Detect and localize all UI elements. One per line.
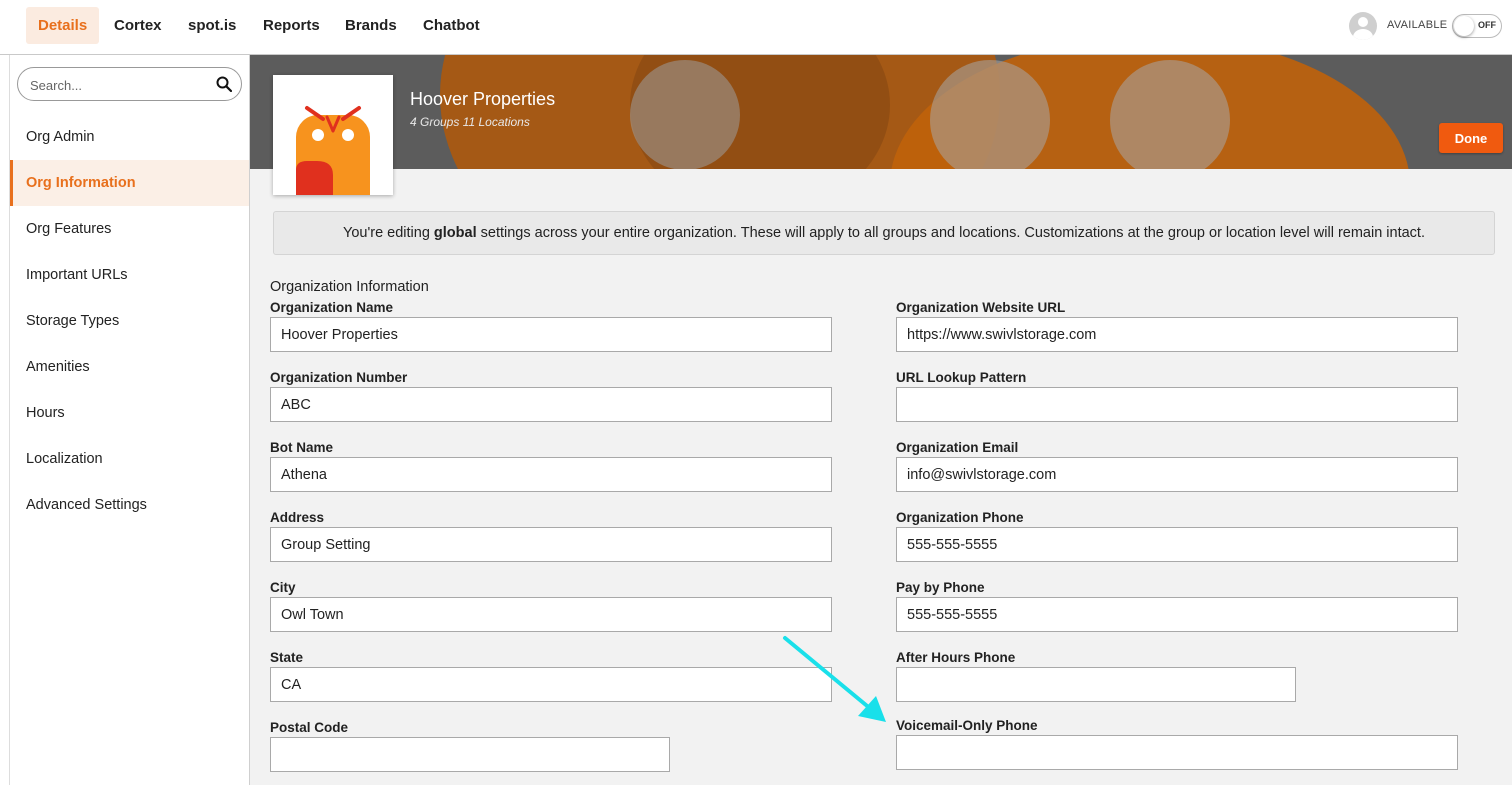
pay-by-phone-input[interactable]: [896, 597, 1458, 632]
availability-status: AVAILABLE: [1387, 19, 1448, 31]
tab-reports[interactable]: Reports: [251, 7, 332, 44]
sidebar-item-hours[interactable]: Hours: [10, 390, 249, 436]
tab-brands[interactable]: Brands: [333, 7, 409, 44]
availability-toggle[interactable]: OFF: [1452, 14, 1502, 38]
sidebar-item-org-information[interactable]: Org Information: [10, 160, 249, 206]
sidebar-item-important-urls[interactable]: Important URLs: [10, 252, 249, 298]
tab-spot-is[interactable]: spot.is: [176, 7, 248, 44]
url-lookup-pattern-label: URL Lookup Pattern: [896, 370, 1027, 385]
search-icon[interactable]: [216, 76, 232, 92]
tab-details[interactable]: Details: [26, 7, 100, 44]
state-label: State: [270, 650, 304, 665]
website-url-input[interactable]: [896, 317, 1458, 352]
postal-code-label: Postal Code: [270, 720, 349, 735]
org-name-input[interactable]: [270, 317, 832, 352]
org-number-input[interactable]: [270, 387, 832, 422]
org-email-label: Organization Email: [896, 440, 1019, 455]
toggle-knob: [1454, 16, 1474, 36]
banner-decoration: [1110, 60, 1230, 169]
after-hours-phone-input[interactable]: [896, 667, 1296, 702]
done-button[interactable]: Done: [1439, 123, 1503, 153]
pay-by-phone-label: Pay by Phone: [896, 580, 985, 595]
org-phone-label: Organization Phone: [896, 510, 1024, 525]
voicemail-only-phone-input[interactable]: [896, 735, 1458, 770]
bot-name-input[interactable]: [270, 457, 832, 492]
sidebar-item-org-admin[interactable]: Org Admin: [10, 114, 249, 160]
org-number-label: Organization Number: [270, 370, 408, 385]
sidebar-item-advanced-settings[interactable]: Advanced Settings: [10, 482, 249, 528]
voicemail-only-phone-label: Voicemail-Only Phone: [896, 718, 1038, 733]
org-banner: [250, 55, 1512, 169]
org-logo: [273, 75, 393, 195]
top-nav: Details Cortex spot.is Reports Brands Ch…: [0, 0, 1512, 55]
after-hours-phone-label: After Hours Phone: [896, 650, 1016, 665]
sidebar: Org Admin Org Information Org Features I…: [10, 55, 250, 785]
notice-suffix: settings across your entire organization…: [476, 225, 1425, 241]
user-avatar-icon[interactable]: [1349, 12, 1377, 40]
global-settings-notice: You're editing global settings across yo…: [273, 211, 1495, 255]
sidebar-item-localization[interactable]: Localization: [10, 436, 249, 482]
notice-prefix: You're editing: [343, 225, 434, 241]
notice-emphasis: global: [433, 225, 477, 241]
org-meta: 4 Groups 11 Locations: [410, 115, 530, 129]
search-box: [17, 67, 242, 101]
address-input[interactable]: [270, 527, 832, 562]
banner-decoration: [630, 60, 740, 169]
section-title: Organization Information: [270, 279, 429, 295]
org-email-input[interactable]: [896, 457, 1458, 492]
banner-decoration: [930, 60, 1050, 169]
tab-chatbot[interactable]: Chatbot: [411, 7, 492, 44]
search-input[interactable]: [30, 75, 210, 95]
city-input[interactable]: [270, 597, 832, 632]
website-url-label: Organization Website URL: [896, 300, 1066, 315]
sidebar-item-org-features[interactable]: Org Features: [10, 206, 249, 252]
org-title: Hoover Properties: [410, 89, 556, 109]
collapsed-panel-strip: [0, 55, 10, 785]
toggle-label: OFF: [1478, 20, 1496, 30]
url-lookup-pattern-input[interactable]: [896, 387, 1458, 422]
bot-name-label: Bot Name: [270, 440, 334, 455]
org-name-label: Organization Name: [270, 300, 394, 315]
tab-cortex[interactable]: Cortex: [102, 7, 174, 44]
city-label: City: [270, 580, 296, 595]
org-phone-input[interactable]: [896, 527, 1458, 562]
address-label: Address: [270, 510, 325, 525]
state-input[interactable]: [270, 667, 832, 702]
annotation-arrow-icon: [783, 636, 886, 722]
postal-code-input[interactable]: [270, 737, 670, 772]
owl-logo-icon: [296, 106, 370, 195]
sidebar-item-amenities[interactable]: Amenities: [10, 344, 249, 390]
sidebar-item-storage-types[interactable]: Storage Types: [10, 298, 249, 344]
